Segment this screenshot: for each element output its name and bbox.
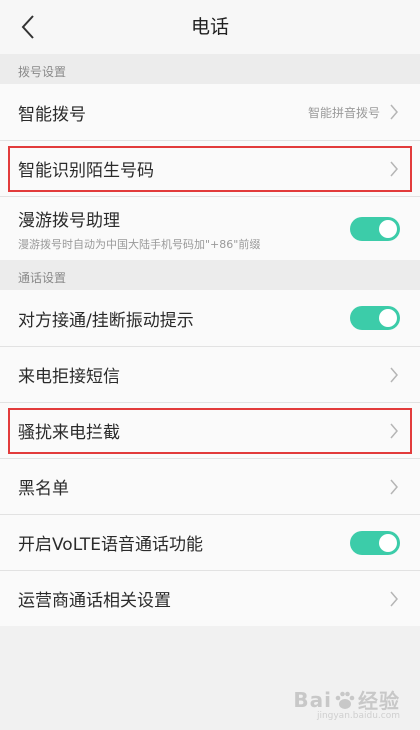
watermark-text-left: Bai [293, 687, 332, 712]
watermark-text-right: 经验 [358, 689, 400, 713]
page-title: 电话 [190, 16, 229, 38]
carrier-call-settings-label: 运营商通话相关设置 [18, 591, 171, 611]
roaming-dial-assistant-toggle[interactable] [350, 216, 400, 241]
reject-sms-label: 来电拒接短信 [18, 367, 120, 387]
smart-dial-label: 智能拨号 [18, 104, 86, 125]
connect-vibration-toggle[interactable] [350, 306, 400, 330]
toggle-knob [379, 219, 397, 238]
chevron-right-icon [388, 160, 400, 178]
baidu-jingyan-watermark: Bai 经验 jingyan.baidu.com [293, 685, 400, 722]
identify-unknown-numbers-label: 智能识别陌生号码 [18, 161, 154, 181]
identify-unknown-numbers-row[interactable]: 智能识别陌生号码 [0, 140, 420, 196]
toggle-knob [379, 309, 397, 327]
smart-dial-row[interactable]: 智能拨号 智能拼音拨号 [0, 84, 420, 140]
carrier-call-settings-row[interactable]: 运营商通话相关设置 [0, 570, 420, 626]
chevron-right-icon [388, 366, 400, 384]
paw-icon [335, 691, 355, 709]
chevron-right-icon [388, 103, 400, 121]
blacklist-row[interactable]: 黑名单 [0, 458, 420, 514]
blacklist-label: 黑名单 [18, 479, 69, 499]
volte-label: 开启VoLTE语音通话功能 [18, 535, 203, 555]
chevron-right-icon [388, 590, 400, 608]
roaming-dial-assistant-description: 漫游拨号时自动为中国大陆手机号码加"+86"前缀 [18, 237, 261, 251]
section-header-dial-settings: 拨号设置 [0, 54, 420, 84]
reject-sms-row[interactable]: 来电拒接短信 [0, 346, 420, 402]
volte-row[interactable]: 开启VoLTE语音通话功能 [0, 514, 420, 570]
smart-dial-value: 智能拼音拨号 [307, 105, 380, 120]
watermark-site: jingyan.baidu.com [316, 711, 400, 721]
chevron-right-icon [388, 422, 400, 440]
toggle-knob [379, 533, 397, 552]
connect-vibration-row[interactable]: 对方接通/挂断振动提示 [0, 290, 420, 346]
dial-settings-list: 智能拨号 智能拼音拨号 智能识别陌生号码 漫游拨号助理 漫游拨号时自动为中国大陆… [0, 84, 420, 260]
top-bar: 电话 [0, 0, 420, 54]
section-header-call-settings: 通话设置 [0, 260, 420, 290]
call-settings-list: 对方接通/挂断振动提示 来电拒接短信 骚扰来电拦截 黑名单 开启VoLTE语音通… [0, 290, 420, 626]
roaming-dial-assistant-row[interactable]: 漫游拨号助理 漫游拨号时自动为中国大陆手机号码加"+86"前缀 [0, 196, 420, 260]
chevron-right-icon [388, 478, 400, 496]
harassment-call-block-row[interactable]: 骚扰来电拦截 [0, 402, 420, 458]
harassment-call-block-label: 骚扰来电拦截 [18, 423, 120, 443]
volte-toggle[interactable] [350, 530, 400, 555]
connect-vibration-label: 对方接通/挂断振动提示 [18, 310, 194, 331]
roaming-dial-assistant-label: 漫游拨号助理 [18, 210, 120, 231]
